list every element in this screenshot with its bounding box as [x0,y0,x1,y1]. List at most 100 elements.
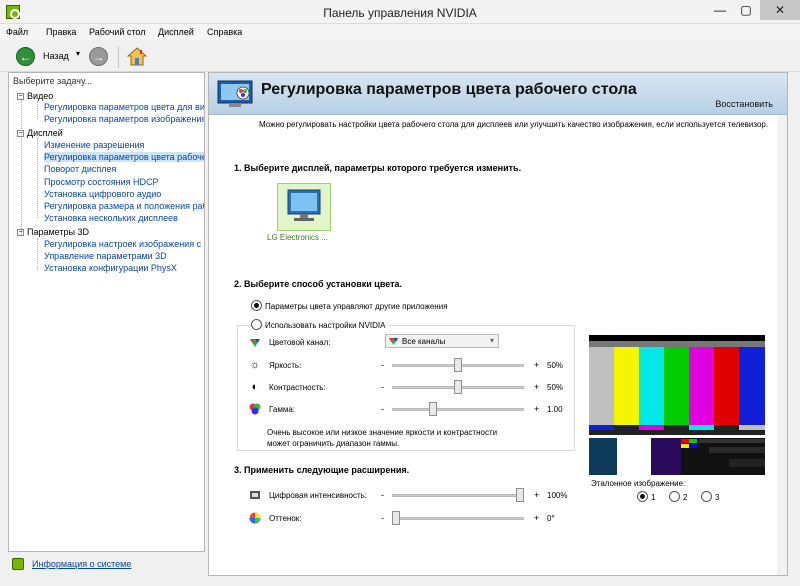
title-bar: Панель управления NVIDIA — ▢ ✕ [0,0,800,24]
color-channel-label: Цветовой канал: [269,338,331,347]
chevron-down-icon: ▾ [489,336,494,345]
minimize-button[interactable]: — [707,0,733,20]
tree-item-video-color[interactable]: Регулировка параметров цвета для видео [44,102,204,112]
reference-radio-2[interactable] [669,491,680,502]
brightness-slider-thumb[interactable] [454,358,462,372]
brightness-plus[interactable]: + [534,360,539,370]
tree-item-physx[interactable]: Установка конфигурации PhysX [44,263,204,273]
content-scrollbar[interactable] [777,115,787,575]
hue-label: Оттенок: [269,514,302,523]
back-dropdown-icon[interactable]: ▾ [76,49,80,58]
vibrance-minus[interactable]: - [381,490,384,500]
content-header: Регулировка параметров цвета рабочего ст… [209,73,787,115]
contrast-slider-thumb[interactable] [454,380,462,394]
close-button[interactable]: ✕ [760,0,800,20]
gamma-slider-thumb[interactable] [429,402,438,416]
rgb-icon [389,338,398,345]
tree-category-display[interactable]: − Дисплей [17,128,63,138]
section-2-title: 2. Выберите способ установки цвета. [234,279,403,289]
vibrance-slider-thumb[interactable] [516,488,524,502]
collapse-icon[interactable]: − [17,229,24,237]
collapse-icon[interactable]: − [17,93,24,101]
hue-slider-thumb[interactable] [392,511,400,525]
hue-value: 0° [547,514,555,523]
gamma-minus[interactable]: - [381,404,384,414]
gamma-label: Гамма: [269,405,296,414]
reference-radio-1-label[interactable]: 1 [651,493,655,502]
contrast-plus[interactable]: + [534,382,539,392]
tree-item-video-image[interactable]: Регулировка параметров изображения для в… [44,114,204,124]
tree-category-3d[interactable]: − Параметры 3D [17,227,89,237]
color-channel-icon [250,339,260,347]
gamma-warning-text: Очень высокое или низкое значение яркост… [267,428,498,448]
menu-bar: Файл Правка Рабочий стол Дисплей Справка [0,24,800,40]
reference-image-label: Эталонное изображение: [591,479,686,488]
menu-help[interactable]: Справка [207,27,242,37]
tree-category-label: Параметры 3D [27,227,89,237]
gamma-plus[interactable]: + [534,404,539,414]
intro-text: Можно регулировать настройки цвета рабоч… [259,120,769,129]
desktop-color-icon [217,80,253,107]
back-label[interactable]: Назад [43,51,69,61]
restore-link[interactable]: Восстановить [715,99,773,109]
menu-file[interactable]: Файл [6,27,28,37]
tree-line [37,238,38,270]
reference-radio-3-label[interactable]: 3 [715,493,719,502]
tree-category-video[interactable]: − Видео [17,91,53,101]
back-button[interactable]: ← [16,47,35,66]
tree-category-label: Видео [27,91,54,101]
brightness-label: Яркость: [269,361,302,370]
section-1-title: 1. Выберите дисплей, параметры которого … [234,163,522,173]
display-name[interactable]: LG Electronics ... [267,233,328,242]
tree-item-desktop-size[interactable]: Регулировка размера и положения рабочего… [44,201,204,211]
vibrance-label: Цифровая интенсивность: [269,491,367,500]
contrast-icon: ◐ [251,381,259,393]
tree-item-rotate-display[interactable]: Поворот дисплея [44,164,204,174]
brightness-minus[interactable]: - [381,360,384,370]
home-icon[interactable] [127,47,147,66]
radio-nvidia-settings[interactable] [251,319,262,330]
reference-radio-3[interactable] [701,491,712,502]
maximize-button[interactable]: ▢ [733,0,759,20]
contrast-minus[interactable]: - [381,382,384,392]
reference-radio-2-label[interactable]: 2 [683,493,687,502]
vibrance-plus[interactable]: + [534,490,539,500]
hue-minus[interactable]: - [381,513,384,523]
vibrance-icon [250,491,260,499]
task-tree-panel: Выберите задачу... − Видео Регулировка па… [8,72,205,552]
radio-nvidia-settings-label[interactable]: Использовать настройки NVIDIA [265,321,389,330]
gamma-slider[interactable] [392,408,524,411]
hue-plus[interactable]: + [534,513,539,523]
contrast-value: 50% [547,383,564,392]
menu-desktop[interactable]: Рабочий стол [89,27,146,37]
vibrance-slider[interactable] [392,494,524,497]
reference-radio-1[interactable] [637,491,648,502]
toolbar: ← Назад ▾ → [0,40,800,72]
monitor-icon [287,189,321,221]
display-tile[interactable] [277,183,331,231]
hue-slider[interactable] [392,517,524,520]
forward-button[interactable]: → [89,47,108,66]
tree-item-hdcp[interactable]: Просмотр состояния HDCP [44,177,204,187]
tree-item-multiple-displays[interactable]: Установка нескольких дисплеев [44,213,204,223]
tree-item-digital-audio[interactable]: Установка цифрового аудио [44,189,204,199]
system-info-link[interactable]: Информация о системе [32,559,131,569]
radio-other-apps[interactable] [251,300,262,311]
contrast-label: Контрастность: [269,383,326,392]
color-channel-select[interactable]: Все каналы ▾ [385,334,499,348]
content-panel: Регулировка параметров цвета рабочего ст… [208,72,788,576]
brightness-icon: ☼ [249,359,261,371]
hue-icon [249,512,261,524]
tree-item-change-resolution[interactable]: Изменение разрешения [44,140,204,150]
system-info-icon [12,558,24,570]
collapse-icon[interactable]: − [17,130,24,138]
menu-edit[interactable]: Правка [46,27,76,37]
tree-item-3d-image[interactable]: Регулировка настроек изображения с просм… [44,239,204,249]
back-arrow-icon: ← [19,50,32,64]
tree-item-manage-3d[interactable]: Управление параметрами 3D [44,251,204,261]
tree-item-desktop-color[interactable]: Регулировка параметров цвета рабочего ст… [44,152,204,162]
radio-other-apps-label[interactable]: Параметры цвета управляют другие приложе… [265,302,448,311]
menu-display[interactable]: Дисплей [158,27,194,37]
window-title: Панель управления NVIDIA [323,6,477,20]
gamma-icon [249,403,261,415]
